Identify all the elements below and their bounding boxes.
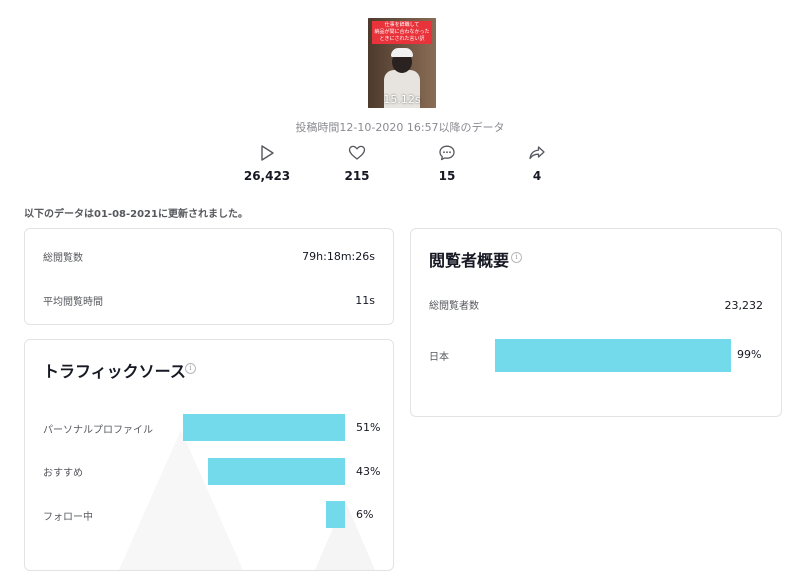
watch-time-card: 総閲覧数 79h:18m:26s 平均閲覧時間 11s: [24, 228, 394, 325]
share-icon: [497, 144, 577, 164]
country-bar: [495, 339, 731, 372]
traffic-source-title: トラフィックソース: [43, 362, 186, 381]
data-updated-note: 以下のデータは01-08-2021に更新されました。: [24, 209, 248, 220]
info-icon[interactable]: i: [511, 252, 522, 263]
traffic-source-bar: [326, 501, 345, 528]
comments-count: 15: [438, 169, 456, 183]
country-percent: 99%: [737, 348, 762, 361]
views-count: 26,423: [243, 169, 291, 183]
thumbnail-person-cap: [391, 48, 413, 57]
average-watch-time-label: 平均閲覧時間: [43, 297, 103, 308]
traffic-source-label: おすすめ: [43, 468, 83, 479]
traffic-source-label: フォロー中: [43, 512, 93, 523]
info-icon[interactable]: i: [185, 363, 196, 374]
traffic-source-label: パーソナルプロファイル: [43, 425, 153, 436]
stat-likes: 215: [317, 144, 397, 183]
likes-count: 215: [344, 169, 370, 183]
video-duration: 15.12s: [383, 93, 421, 106]
comment-icon: [407, 144, 487, 164]
play-icon: [227, 144, 307, 164]
total-play-time-value: 79h:18m:26s: [302, 250, 375, 263]
stat-shares: 4: [497, 144, 577, 183]
background-watermark: [119, 430, 243, 570]
shares-count: 4: [532, 169, 542, 183]
traffic-source-bar: [183, 414, 345, 441]
stat-comments: 15: [407, 144, 487, 183]
traffic-source-card: トラフィックソース i パーソナルプロファイル 51% おすすめ 43% フォロ…: [24, 339, 394, 571]
traffic-source-percent: 51%: [356, 421, 381, 434]
audience-title: 閲覧者概要: [429, 251, 510, 270]
traffic-source-percent: 6%: [356, 508, 374, 521]
traffic-source-percent: 43%: [356, 465, 381, 478]
average-watch-time-value: 11s: [355, 294, 375, 307]
total-viewers-value: 23,232: [724, 299, 764, 312]
total-play-time-label: 総閲覧数: [43, 253, 83, 264]
stat-views: 26,423: [227, 144, 307, 183]
country-label: 日本: [429, 352, 449, 363]
audience-card: 閲覧者概要 i 総閲覧者数 23,232 日本 99%: [410, 228, 782, 417]
thumbnail-caption: 仕事を辞職して 納品が間に合わなかった ときにされた言い訳: [372, 21, 432, 44]
post-time: 投稿時間12-10-2020 16:57以降のデータ: [295, 121, 505, 134]
heart-icon: [317, 144, 397, 164]
total-viewers-label: 総閲覧者数: [429, 301, 479, 312]
video-thumbnail[interactable]: 仕事を辞職して 納品が間に合わなかった ときにされた言い訳 15.12s: [368, 18, 436, 108]
traffic-source-bar: [208, 458, 345, 485]
